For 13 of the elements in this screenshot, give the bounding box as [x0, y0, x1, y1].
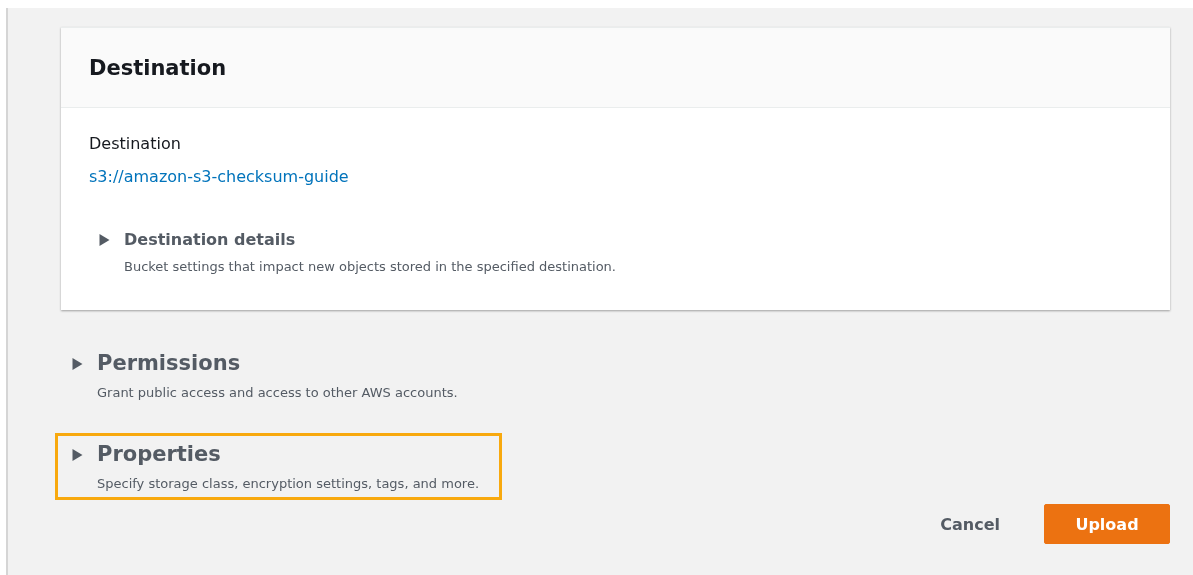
expand-caret-icon[interactable] [99, 234, 110, 246]
card-title: Destination [89, 55, 227, 80]
section-title[interactable]: Destination details [124, 230, 616, 249]
section-description: Grant public access and access to other AWS accounts. [97, 385, 458, 400]
cancel-button[interactable]: Cancel [926, 506, 1014, 542]
section-title[interactable]: Permissions [97, 351, 458, 375]
expand-caret-icon[interactable] [72, 449, 83, 461]
bucket-link[interactable]: s3://amazon-s3-checksum-guide [89, 167, 349, 186]
expand-caret-icon[interactable] [72, 358, 83, 370]
section-description: Bucket settings that impact new objects stored in the specified destination. [124, 259, 616, 274]
section-description: Specify storage class, encryption settings, tags, and more. [97, 476, 480, 491]
field-label: Destination [89, 134, 182, 153]
section-title[interactable]: Properties [97, 442, 480, 466]
